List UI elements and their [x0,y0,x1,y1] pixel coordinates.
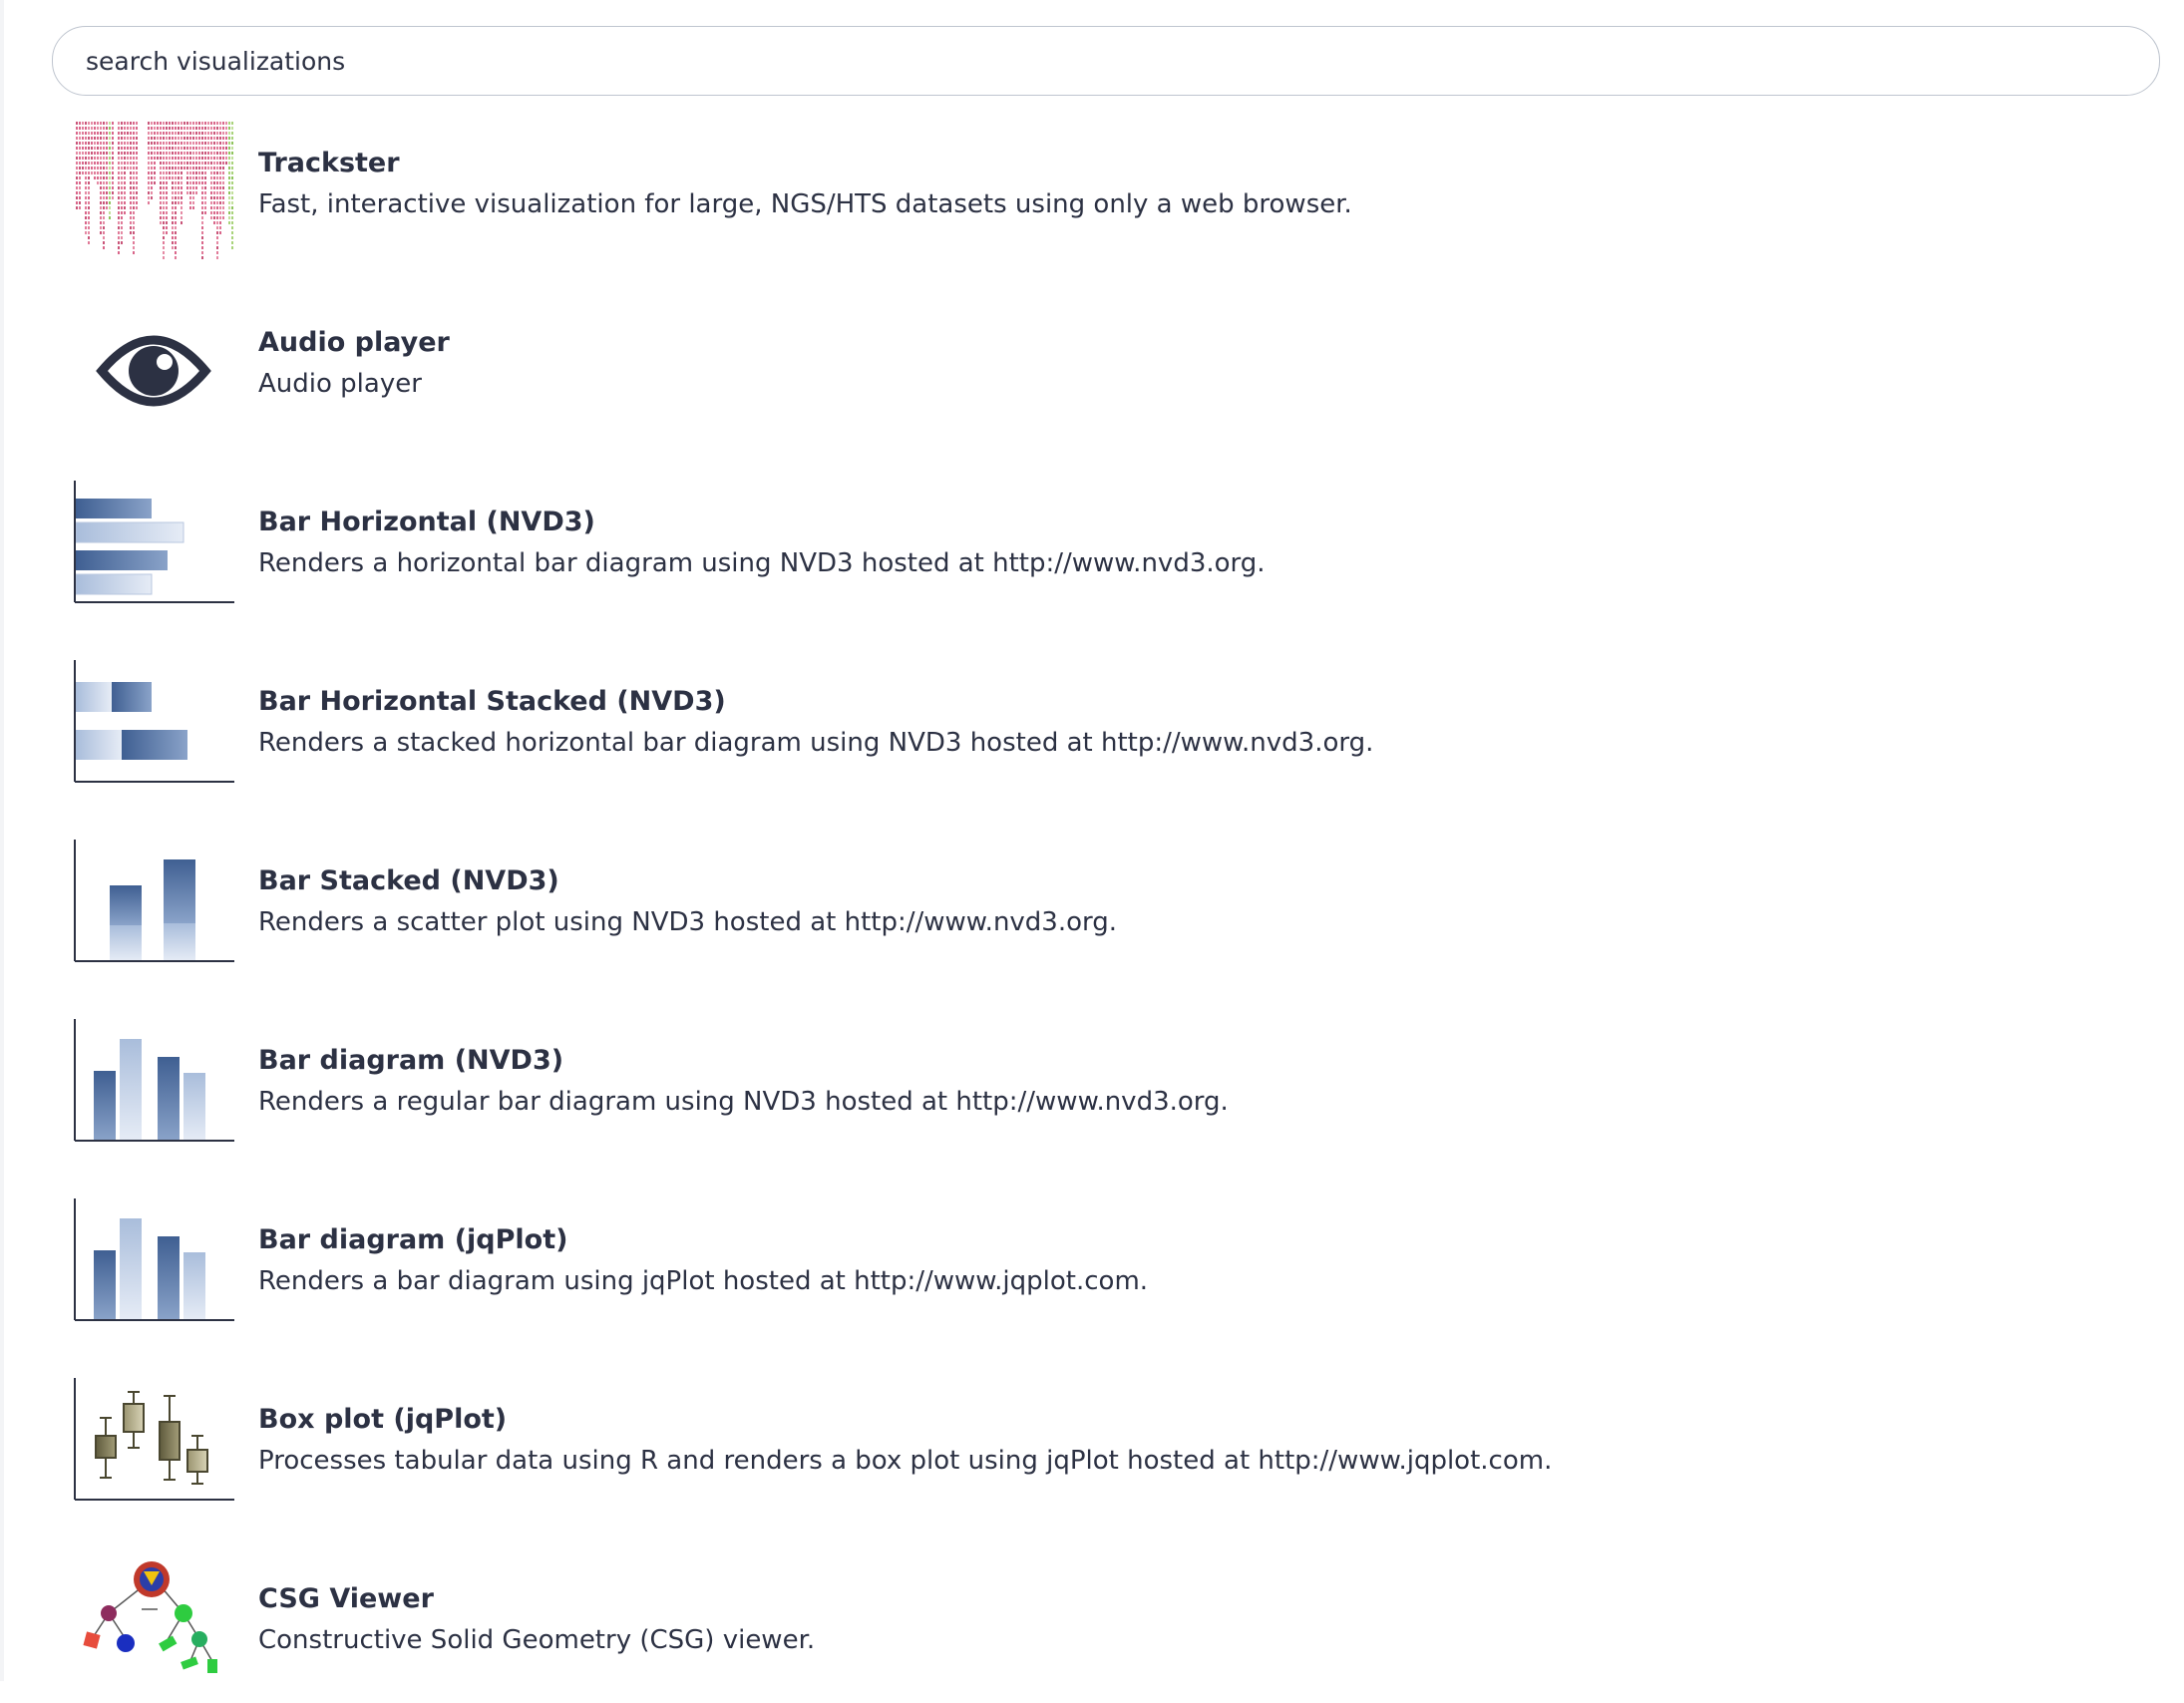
bar-diagram-thumbnail [74,1019,234,1159]
viz-title: Box plot (jqPlot) [258,1404,508,1435]
viz-title: Bar Horizontal (NVD3) [258,507,595,537]
bar-horizontal-stacked-thumbnail [74,660,234,800]
bar-stacked-thumbnail [74,840,234,979]
viz-description: Renders a horizontal bar diagram using N… [258,548,1266,578]
viz-item-bar-stacked[interactable]: Bar Stacked (NVD3) Renders a scatter plo… [74,836,2168,985]
search-input[interactable] [53,27,2159,95]
bar-horizontal-thumbnail [74,481,234,620]
viz-item-bar-diagram-nvd3[interactable]: Bar diagram (NVD3) Renders a regular bar… [74,1015,2168,1165]
viz-item-bar-diagram-jqplot[interactable]: Bar diagram (jqPlot) Renders a bar diagr… [74,1194,2168,1344]
viz-description: Processes tabular data using R and rende… [258,1446,1553,1476]
viz-description: Renders a scatter plot using NVD3 hosted… [258,907,1118,937]
viz-description: Constructive Solid Geometry (CSG) viewer… [258,1625,816,1655]
viz-description: Audio player [258,369,422,399]
viz-title: Bar diagram (jqPlot) [258,1224,568,1255]
viz-description: Fast, interactive visualization for larg… [258,189,1352,219]
search-box[interactable] [52,26,2160,96]
viz-item-bar-horizontal-stacked[interactable]: Bar Horizontal Stacked (NVD3) Renders a … [74,656,2168,806]
viz-description: Renders a regular bar diagram using NVD3… [258,1087,1229,1117]
viz-item-box-plot[interactable]: Box plot (jqPlot) Processes tabular data… [74,1374,2168,1524]
viz-description: Renders a bar diagram using jqPlot hoste… [258,1266,1149,1296]
viz-description: Renders a stacked horizontal bar diagram… [258,728,1374,758]
viz-title: Audio player [258,327,450,358]
viz-title: Bar diagram (NVD3) [258,1045,564,1076]
trackster-thumbnail [74,122,234,261]
eye-icon [74,301,234,441]
viz-item-bar-horizontal[interactable]: Bar Horizontal (NVD3) Renders a horizont… [74,477,2168,626]
viz-item-trackster[interactable]: Trackster Fast, interactive visualizatio… [74,118,2168,267]
viz-title: Bar Horizontal Stacked (NVD3) [258,686,726,717]
viz-title: Trackster [258,148,400,178]
viz-title: Bar Stacked (NVD3) [258,865,559,896]
box-plot-thumbnail [74,1378,234,1518]
left-edge-strip [0,0,4,1681]
viz-title: CSG Viewer [258,1583,434,1614]
viz-item-audio-player[interactable]: Audio player Audio player [74,297,2168,447]
csg-viewer-thumbnail [74,1557,234,1697]
bar-diagram-thumbnail [74,1198,234,1338]
